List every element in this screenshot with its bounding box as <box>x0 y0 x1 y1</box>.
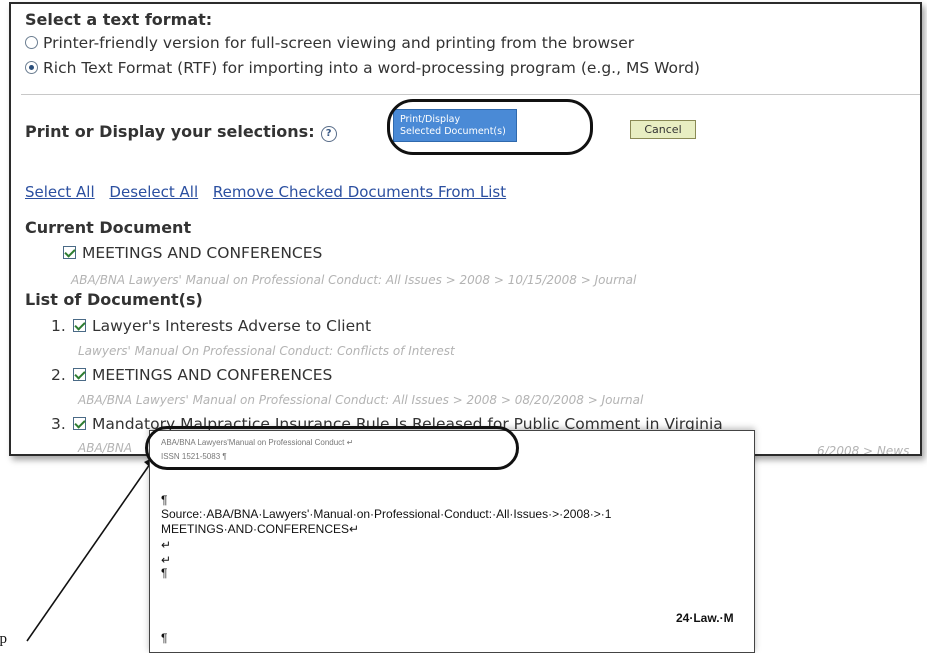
preview-title-line: MEETINGS·AND·CONFERENCES↵ <box>161 522 360 536</box>
callout-line <box>26 463 151 642</box>
text-format-heading: Select a text format: <box>25 10 213 29</box>
help-icon[interactable]: ? <box>320 126 337 142</box>
return-mark: ↵ <box>161 538 172 552</box>
checkbox-checked-icon[interactable] <box>73 368 86 381</box>
document-path-tail: 6/2008 > News <box>817 444 910 456</box>
pilcrow-mark: ¶ <box>161 566 168 580</box>
document-list-heading: List of Document(s) <box>25 290 203 309</box>
document-path: Lawyers' Manual On Professional Conduct:… <box>78 344 455 358</box>
return-mark: ↵ <box>161 553 172 567</box>
checkbox-checked-icon[interactable] <box>73 417 86 430</box>
item-number: 3. <box>51 415 66 433</box>
highlight-oval-preview-header <box>145 426 519 470</box>
radio-button-selected-icon[interactable] <box>25 61 38 74</box>
checkbox-checked-icon[interactable] <box>63 246 76 259</box>
divider <box>21 94 920 95</box>
pilcrow-mark: ¶ <box>161 631 168 645</box>
item-number: 1. <box>51 317 66 335</box>
radio-label: Rich Text Format (RTF) for importing int… <box>43 59 700 77</box>
item-number: 2. <box>51 366 66 384</box>
checkbox-checked-icon[interactable] <box>73 319 86 332</box>
document-path: ABA/BNA Lawyers' Manual on Professional … <box>78 393 644 407</box>
document-title: MEETINGS AND CONFERENCES <box>92 366 333 384</box>
document-path: ABA/BNA Lawyers' Manual on Professional … <box>71 273 637 287</box>
radio-rtf[interactable]: Rich Text Format (RTF) for importing int… <box>25 59 700 77</box>
list-item[interactable]: 1. Lawyer's Interests Adverse to Client <box>51 317 371 335</box>
select-all-link[interactable]: Select All <box>25 183 95 201</box>
current-document-heading: Current Document <box>25 218 192 237</box>
current-document-item[interactable]: MEETINGS AND CONFERENCES <box>63 244 322 262</box>
radio-label: Printer-friendly version for full-screen… <box>43 34 635 52</box>
print-display-label: Print or Display your selections:? <box>25 122 337 142</box>
cancel-button[interactable]: Cancel <box>630 120 696 139</box>
print-options-panel: Select a text format: Printer-friendly v… <box>9 2 922 456</box>
remove-checked-link[interactable]: Remove Checked Documents From List <box>213 183 506 201</box>
selection-links: Select All Deselect All Remove Checked D… <box>25 183 516 201</box>
crop-label-text: op <box>0 631 7 647</box>
radio-printer-friendly[interactable]: Printer-friendly version for full-screen… <box>25 34 634 52</box>
document-path: ABA/BNA <box>78 441 133 455</box>
preview-right-text: 24·Law.·M <box>676 611 734 625</box>
list-item[interactable]: 2. MEETINGS AND CONFERENCES <box>51 366 332 384</box>
document-title: MEETINGS AND CONFERENCES <box>82 244 323 262</box>
deselect-all-link[interactable]: Deselect All <box>109 183 198 201</box>
radio-button-icon[interactable] <box>25 36 38 49</box>
document-title: Lawyer's Interests Adverse to Client <box>92 317 372 335</box>
preview-source-line: Source:·ABA/BNA·Lawyers'·Manual·on·Profe… <box>161 507 612 521</box>
print-display-text: Print or Display your selections: <box>25 122 315 141</box>
pilcrow-mark: ¶ <box>161 493 168 507</box>
highlight-oval-print-button <box>387 99 593 155</box>
